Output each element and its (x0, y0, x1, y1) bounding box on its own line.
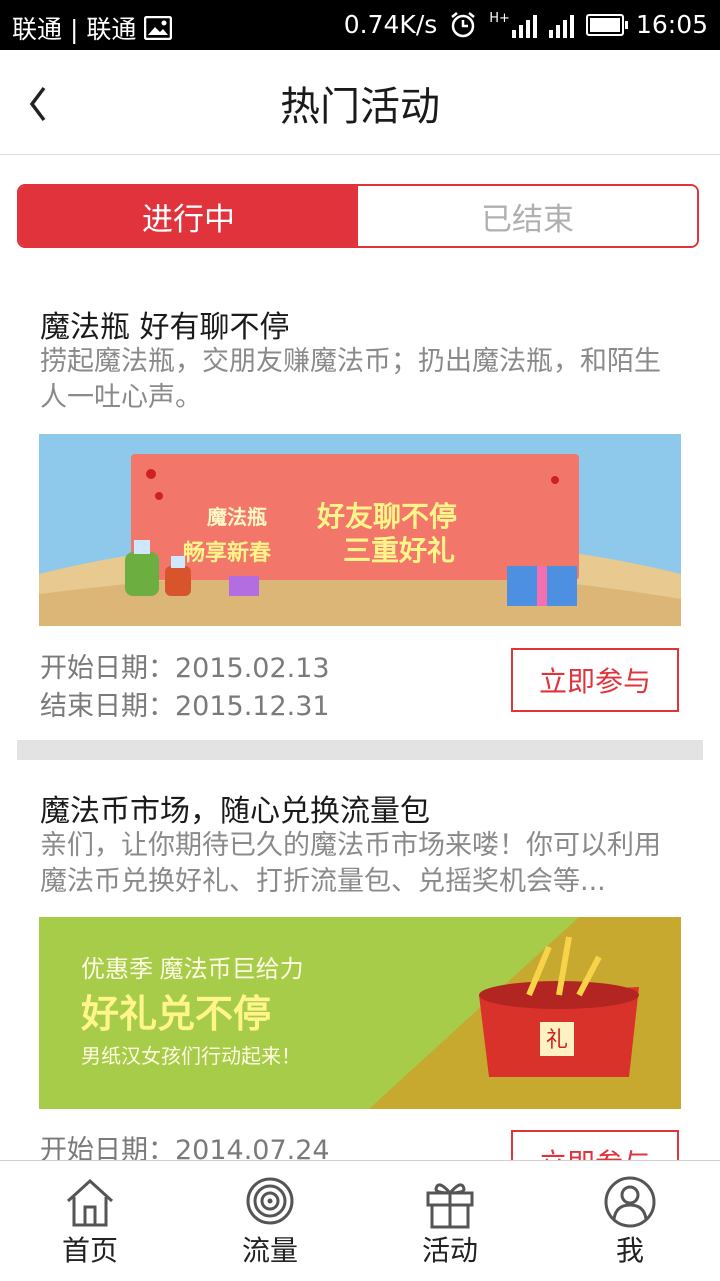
signal-icon (246, 1177, 294, 1225)
tab-ongoing[interactable]: 进行中 (19, 186, 358, 246)
home-icon (66, 1178, 114, 1227)
user-icon (604, 1176, 656, 1228)
activity-title: 魔法瓶 好有聊不停 (40, 310, 290, 345)
nav-label: 流量 (241, 1234, 298, 1267)
battery-icon (585, 13, 628, 36)
activity-description: 亲们，让你期待已久的魔法币市场来喽！你可以利用魔法币兑换好礼、打折流量包、兑摇奖… (40, 830, 661, 897)
nav-home[interactable]: 首页 (0, 1161, 180, 1281)
join-button[interactable]: 立即参与 (511, 648, 679, 712)
image-notification-icon (144, 16, 173, 40)
clock: 16:05 (635, 10, 708, 39)
banner-text-large: 好礼兑不停 (80, 994, 271, 1036)
carrier-label: 联通 | 联通 (12, 15, 137, 44)
activity-tabs: 进行中 已结束 (17, 184, 699, 248)
activity-banner[interactable]: 礼 优惠季 魔法币巨给力 好礼兑不停 男纸汉女孩们行动起来！ (39, 917, 681, 1109)
nav-label: 我 (615, 1234, 644, 1267)
banner-text-small: 畅享新春 (183, 540, 271, 565)
nav-me[interactable]: 我 (540, 1161, 720, 1281)
signal-strength-icon (548, 12, 574, 38)
alarm-icon (451, 11, 476, 37)
page-title: 热门活动 (280, 84, 440, 130)
activity-description: 捞起魔法瓶，交朋友赚魔法币；扔出魔法瓶，和陌生人一吐心声。 (40, 346, 661, 413)
network-speed: 0.74K/s (343, 10, 438, 39)
activity-banner[interactable]: 魔法瓶 好友聊不停 畅享新春 三重好礼 (39, 434, 681, 626)
nav-label: 首页 (61, 1234, 118, 1267)
end-date: 结束日期：2015.12.31 (40, 691, 330, 722)
start-date: 开始日期：2015.02.13 (40, 653, 330, 684)
banner-text: 优惠季 魔法币巨给力 (81, 956, 304, 983)
banner-text-large: 三重好礼 (343, 535, 455, 566)
network-type: H+ (489, 10, 510, 26)
nav-traffic[interactable]: 流量 (180, 1161, 360, 1281)
tab-ended[interactable]: 已结束 (358, 186, 697, 246)
banner-text-small: 魔法瓶 (207, 505, 267, 529)
nav-label: 活动 (421, 1234, 478, 1267)
signal-strength-icon (511, 12, 537, 38)
gift-icon (426, 1183, 474, 1229)
banner-text-large: 好友聊不停 (316, 500, 457, 532)
activity-title: 魔法币市场，随心兑换流量包 (40, 794, 430, 829)
bottom-nav: 首页 流量 活动 我 (0, 1160, 720, 1281)
status-bar: 联通 | 联通 0.74K/s H+ 16:05 (0, 0, 720, 50)
banner-text: 男纸汉女孩们行动起来！ (81, 1045, 301, 1068)
app-header: 热门活动 (0, 50, 720, 155)
nav-activities[interactable]: 活动 (360, 1161, 540, 1281)
card-divider (17, 740, 703, 760)
gift-label: 礼 (546, 1027, 568, 1052)
